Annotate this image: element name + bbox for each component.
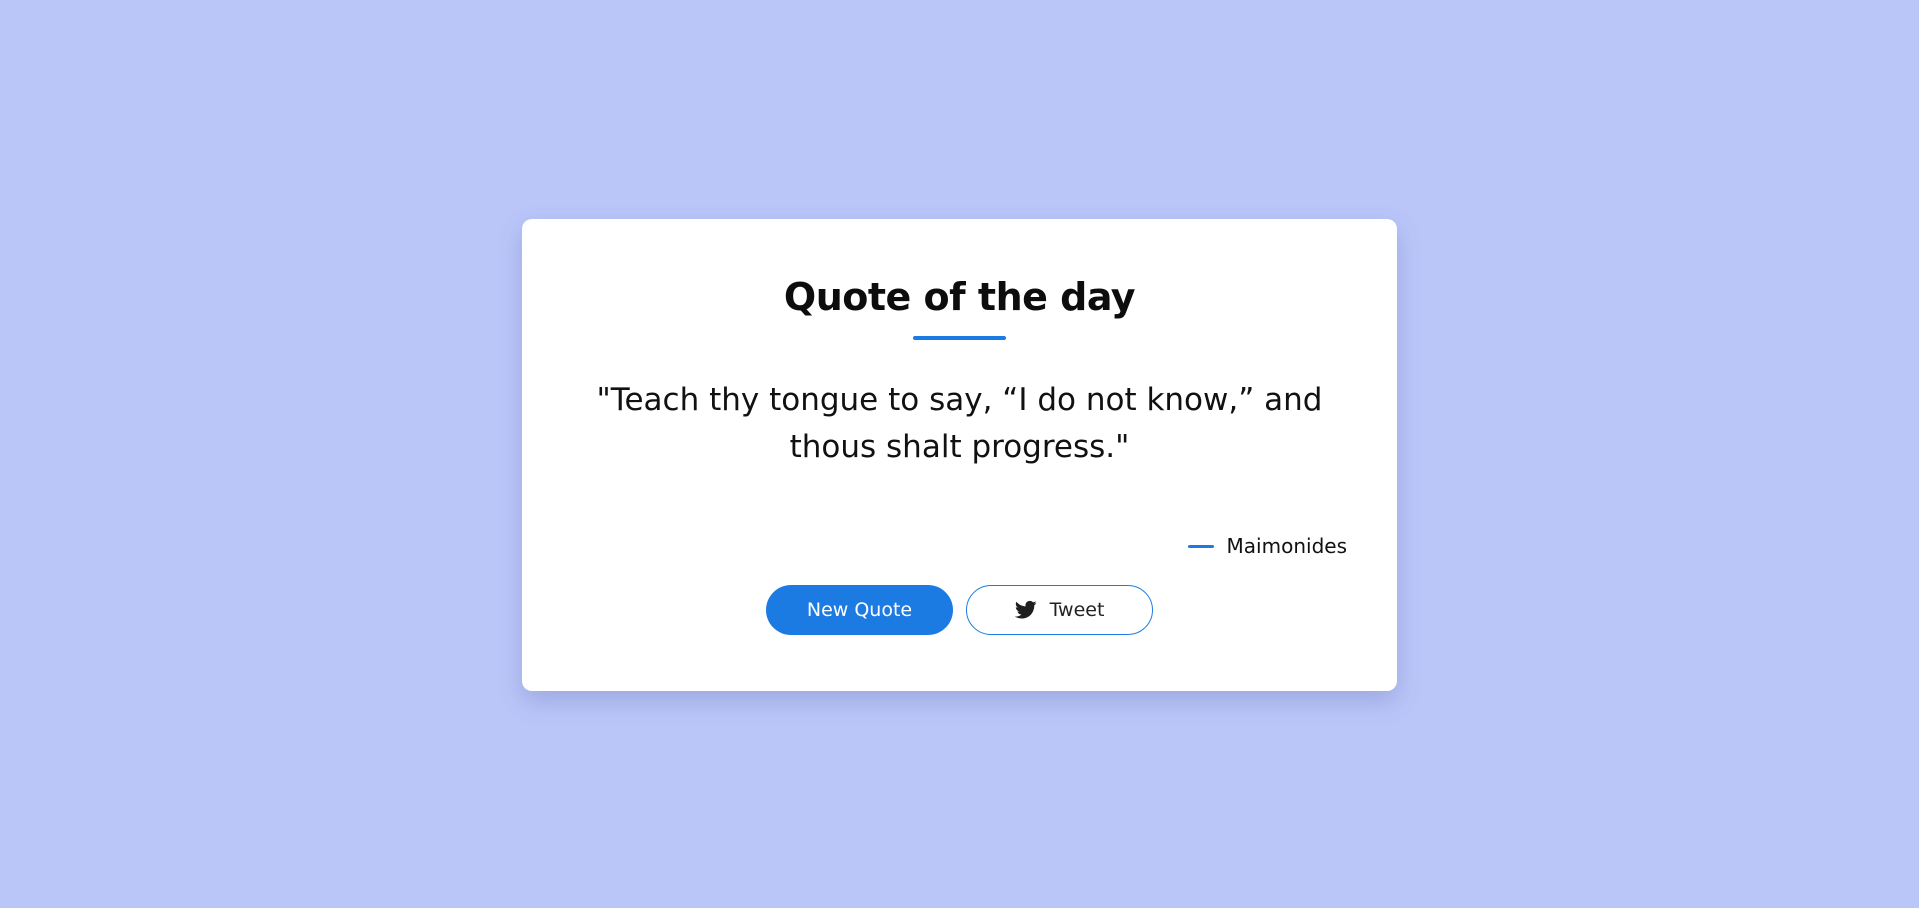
- new-quote-button-label: New Quote: [806, 599, 913, 621]
- button-group: New Quote Tweet: [522, 585, 1397, 635]
- quote-card: Quote of the day "Teach thy tongue to sa…: [522, 219, 1397, 691]
- quote-text: "Teach thy tongue to say, “I do not know…: [596, 382, 1323, 465]
- card-title: Quote of the day: [783, 275, 1136, 319]
- tweet-button-label: Tweet: [1049, 599, 1105, 621]
- author-dash: [1187, 544, 1214, 548]
- title-underline: [913, 336, 1006, 340]
- new-quote-button[interactable]: New Quote: [766, 585, 953, 635]
- twitter-bird-icon: [1014, 600, 1037, 620]
- author-row: Maimonides: [1187, 531, 1347, 561]
- tweet-button[interactable]: Tweet: [966, 585, 1153, 635]
- author-name: Maimonides: [1226, 534, 1347, 558]
